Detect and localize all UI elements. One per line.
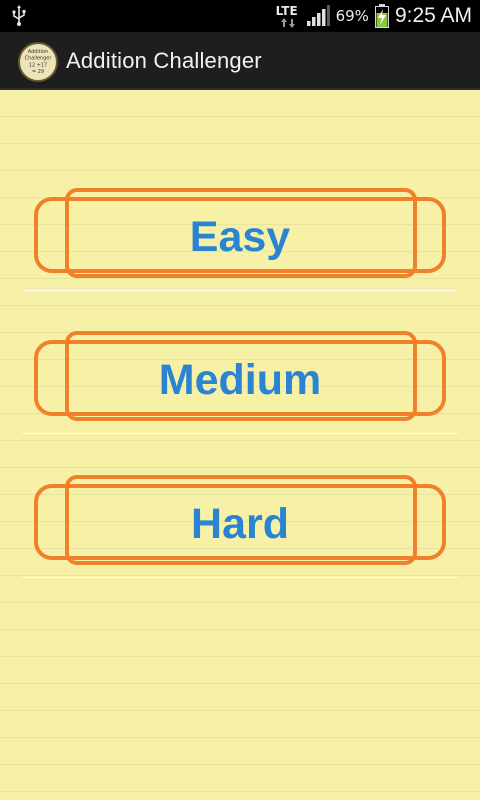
svg-text:Addition: Addition [28,49,48,55]
action-bar: Addition Challenger 12 +17 = 29 Addition… [0,32,480,90]
hard-label: Hard [191,499,289,548]
network-type: LTE [275,4,298,18]
signal-strength-icon [306,5,330,26]
divider [22,290,458,291]
divider [22,577,458,578]
difficulty-menu: Easy Medium Hard [0,90,480,800]
hard-button[interactable]: Hard [22,474,458,574]
lte-indicator: LTE [276,2,300,30]
svg-text:= 29: = 29 [32,69,44,75]
medium-label: Medium [158,355,322,404]
usb-icon [12,5,26,26]
medium-button[interactable]: Medium [22,330,458,430]
data-activity-icon [280,18,295,28]
battery-percentage: 69% [335,7,369,25]
divider [22,433,458,434]
easy-button[interactable]: Easy [22,187,458,287]
svg-text:12 +17: 12 +17 [29,63,47,69]
easy-label: Easy [189,212,291,261]
app-logo[interactable]: Addition Challenger 12 +17 = 29 [18,42,58,82]
status-bar: LTE 69% 9:25 AM [0,0,480,32]
clock: 9:25 AM [394,4,472,27]
app-title: Addition Challenger [66,48,262,73]
app-logo-icon: Addition Challenger 12 +17 = 29 [25,49,53,75]
battery-charging-icon [374,4,389,28]
svg-text:Challenger: Challenger [25,55,53,61]
status-indicators: LTE 69% 9:25 AM [276,0,472,32]
